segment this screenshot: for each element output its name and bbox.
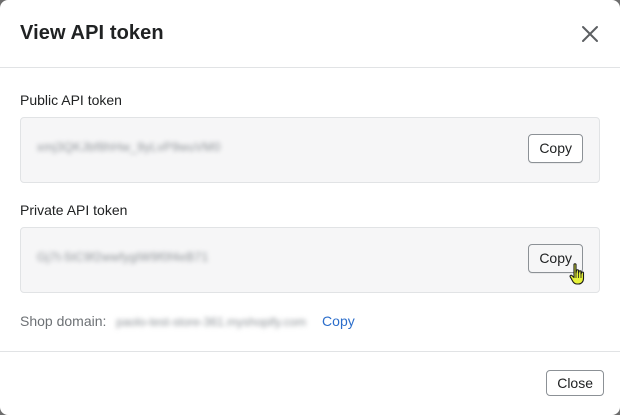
shop-domain-label: Shop domain: <box>20 313 107 329</box>
close-button[interactable]: Close <box>546 370 604 396</box>
dialog-footer: Close <box>0 351 620 415</box>
private-token-label: Private API token <box>20 202 128 218</box>
dialog-title: View API token <box>20 22 164 44</box>
copy-public-token-button[interactable]: Copy <box>528 134 583 163</box>
shop-domain-value: paolo-test-store-361.myshopify.com <box>116 315 307 329</box>
copy-shop-domain-link[interactable]: Copy <box>322 313 355 329</box>
private-token-value: Gj7t-5tC9f2wwfyglW9f0f4eB71 <box>37 250 209 264</box>
dialog-header: View API token <box>0 0 620 68</box>
private-token-box: Gj7t-5tC9f2wwfyglW9f0f4eB71 Copy <box>20 227 600 293</box>
copy-private-token-button[interactable]: Copy <box>528 244 583 273</box>
api-token-dialog: View API token Public API token xmj3QKJb… <box>0 0 620 415</box>
shop-domain-row: Shop domain: paolo-test-store-361.myshop… <box>20 313 355 329</box>
public-token-box: xmj3QKJbf8hHw_9yLvP9wuVM0 Copy <box>20 117 600 183</box>
public-token-value: xmj3QKJbf8hHw_9yLvP9wuVM0 <box>37 140 221 154</box>
public-token-label: Public API token <box>20 92 122 108</box>
close-icon[interactable] <box>580 24 600 44</box>
